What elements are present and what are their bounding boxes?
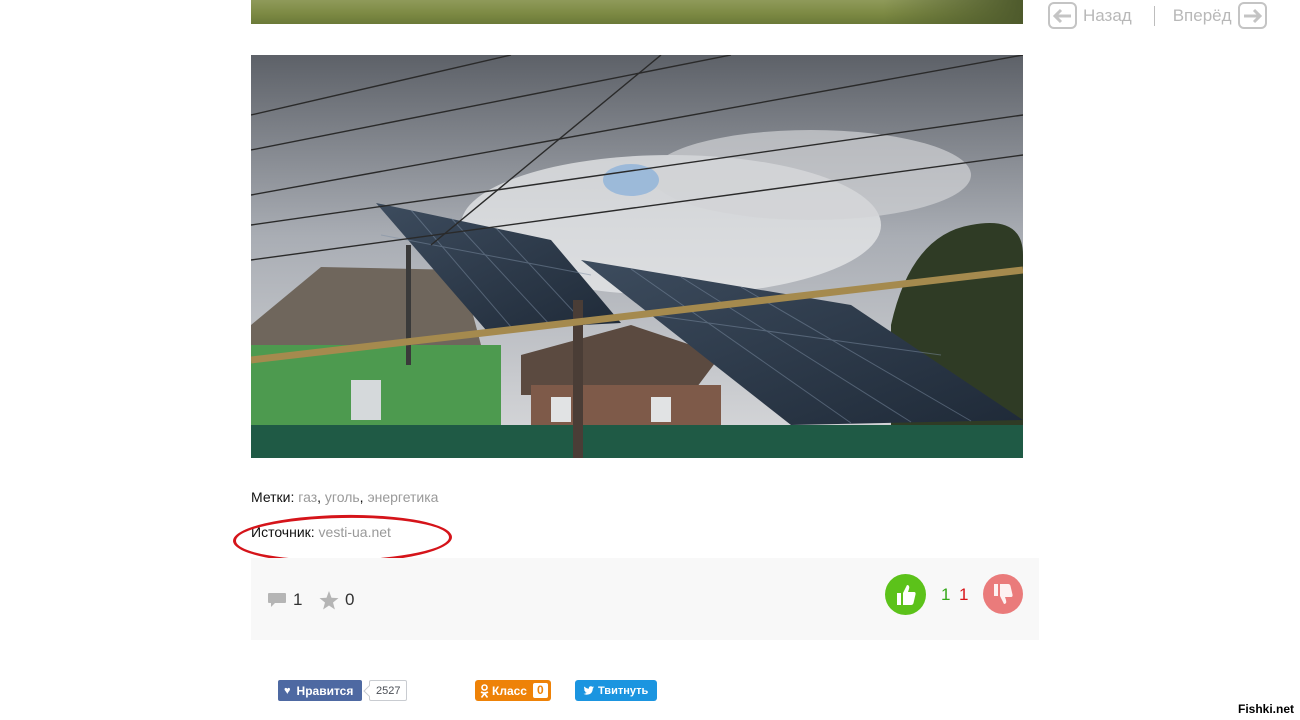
heart-icon: ♥: [284, 684, 291, 697]
arrow-right-icon: [1237, 2, 1267, 29]
arrow-left-icon: [1048, 2, 1077, 29]
favorites-count: 0: [345, 590, 355, 609]
tag-link-energy[interactable]: энергетика: [367, 489, 438, 505]
site-watermark: Fishki.net: [1237, 702, 1294, 716]
forward-label: Вперёд: [1172, 5, 1232, 25]
comment-icon: [268, 593, 286, 607]
thumbs-down-icon: [994, 584, 1013, 604]
previous-article-photo: [251, 0, 1023, 24]
star-icon: [319, 590, 339, 609]
solar-panels-photo: [251, 55, 1023, 458]
favorites-stat[interactable]: 0: [319, 590, 354, 610]
comments-count: 1: [293, 590, 303, 609]
facebook-like-button[interactable]: ♥ Нравится: [278, 680, 363, 701]
odnoklassniki-count: 0: [532, 683, 548, 698]
comments-stat[interactable]: 1: [267, 590, 302, 610]
tag-link-gas[interactable]: газ: [298, 489, 317, 505]
article-navigation: Назад Вперёд: [1048, 0, 1267, 31]
twitter-tweet-button[interactable]: Твитнуть: [575, 680, 658, 701]
back-label: Назад: [1083, 5, 1132, 25]
twitter-tweet-label: Твитнуть: [598, 684, 649, 697]
odnoklassniki-icon: [480, 683, 489, 698]
facebook-like-count: 2527: [369, 680, 408, 701]
thumbs-up-icon: [896, 584, 916, 605]
facebook-like-label: Нравится: [296, 683, 354, 698]
tags-label: Метки:: [251, 489, 295, 505]
nav-divider: [1153, 5, 1155, 26]
thumbs-down-button[interactable]: [983, 574, 1023, 614]
votes-up-count: 1: [941, 585, 951, 604]
thumbs-up-button[interactable]: [885, 574, 926, 615]
odnoklassniki-class-button[interactable]: Класс 0: [475, 680, 551, 701]
back-button[interactable]: Назад: [1048, 2, 1132, 29]
tag-link-coal[interactable]: уголь: [325, 489, 360, 505]
odnoklassniki-label: Класс: [492, 683, 527, 698]
forward-button[interactable]: Вперёд: [1173, 2, 1267, 29]
votes-down-count: 1: [959, 585, 969, 604]
article-tags: Метки: газ, уголь, энергетика: [251, 489, 438, 505]
tag-separator: ,: [317, 489, 325, 505]
article-stats-panel: 1 0 1 1: [251, 558, 1039, 640]
twitter-bird-icon: [583, 685, 594, 695]
